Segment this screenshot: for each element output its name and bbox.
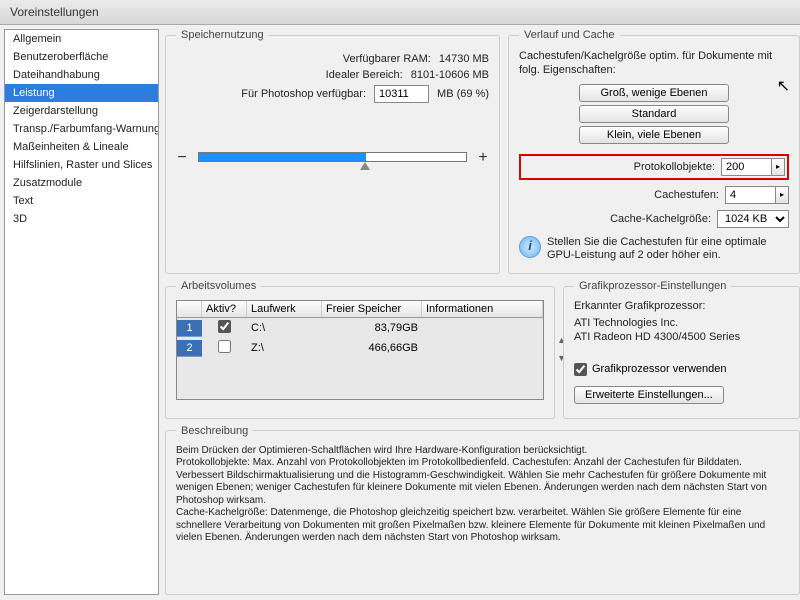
stepper-icon[interactable]: ▸	[775, 186, 789, 204]
cachelevels-input[interactable]	[725, 186, 775, 204]
gpu-detected-label: Erkannter Grafikprozessor:	[574, 300, 789, 312]
cache-group: Verlauf und Cache Cachestufen/Kachelgröß…	[508, 29, 800, 274]
description-legend: Beschreibung	[176, 425, 253, 437]
col-active: Aktiv?	[202, 301, 247, 317]
allocated-suffix: MB (69 %)	[437, 88, 489, 100]
description-group: Beschreibung Beim Drücken der Optimieren…	[165, 425, 800, 595]
table-row[interactable]: 2 Z:\ 466,66GB	[177, 338, 543, 358]
preset-large-button[interactable]: Groß, wenige Ebenen	[579, 84, 729, 102]
use-gpu-label: Grafikprozessor verwenden	[592, 363, 727, 375]
cache-description: Cachestufen/Kachelgröße optim. für Dokum…	[519, 49, 789, 78]
col-info: Informationen	[422, 301, 543, 317]
history-input[interactable]	[721, 158, 771, 176]
allocated-label: Für Photoshop verfügbar:	[241, 88, 366, 100]
info-icon: i	[519, 236, 541, 258]
cachelevels-stepper[interactable]: ▸	[725, 186, 789, 204]
sidebar-item-guides[interactable]: Hilfslinien, Raster und Slices	[5, 156, 158, 174]
sidebar-item-transparency[interactable]: Transp./Farbumfang-Warnung	[5, 120, 158, 138]
volumes-legend: Arbeitsvolumes	[176, 280, 261, 292]
history-label: Protokollobjekte:	[634, 161, 715, 173]
memory-legend: Speichernutzung	[176, 29, 269, 41]
gpu-legend: Grafikprozessor-Einstellungen	[574, 280, 731, 292]
preset-standard-button[interactable]: Standard	[579, 105, 729, 123]
preset-small-button[interactable]: Klein, viele Ebenen	[579, 126, 729, 144]
available-ram-value: 14730 MB	[439, 53, 489, 65]
stepper-icon[interactable]: ▸	[771, 158, 785, 176]
sidebar-item-general[interactable]: Allgemein	[5, 30, 158, 48]
sidebar-item-3d[interactable]: 3D	[5, 210, 158, 228]
history-stepper[interactable]: ▸	[721, 158, 785, 176]
gpu-name: ATI Technologies Inc. ATI Radeon HD 4300…	[574, 316, 789, 345]
window-title: Voreinstellungen	[0, 0, 800, 25]
sidebar-item-filehandling[interactable]: Dateihandhabung	[5, 66, 158, 84]
use-gpu-checkbox[interactable]	[574, 363, 587, 376]
ideal-range-label: Idealer Bereich:	[326, 69, 403, 81]
slider-minus[interactable]: −	[176, 149, 188, 167]
advanced-gpu-button[interactable]: Erweiterte Einstellungen...	[574, 386, 724, 404]
volume-active-checkbox[interactable]	[218, 340, 231, 353]
memory-slider[interactable]	[198, 148, 467, 168]
sidebar-item-type[interactable]: Text	[5, 192, 158, 210]
memory-group: Speichernutzung Verfügbarer RAM: 14730 M…	[165, 29, 500, 274]
slider-plus[interactable]: +	[477, 149, 489, 167]
ideal-range-value: 8101-10606 MB	[411, 69, 489, 81]
col-drive: Laufwerk	[247, 301, 322, 317]
sidebar-item-performance[interactable]: Leistung	[5, 84, 158, 102]
gpu-group: Grafikprozessor-Einstellungen Erkannter …	[563, 280, 800, 419]
cache-info-text: Stellen Sie die Cachestufen für eine opt…	[547, 236, 789, 264]
volumes-table[interactable]: Aktiv? Laufwerk Freier Speicher Informat…	[176, 300, 544, 400]
tilesize-label: Cache-Kachelgröße:	[610, 213, 711, 225]
tilesize-select[interactable]: 1024 KB	[717, 210, 789, 228]
sidebar-item-cursors[interactable]: Zeigerdarstellung	[5, 102, 158, 120]
cache-legend: Verlauf und Cache	[519, 29, 620, 41]
sidebar-item-units[interactable]: Maßeinheiten & Lineale	[5, 138, 158, 156]
cachelevels-label: Cachestufen:	[654, 189, 719, 201]
slider-thumb-icon[interactable]	[360, 162, 370, 170]
sidebar-item-plugins[interactable]: Zusatzmodule	[5, 174, 158, 192]
table-row[interactable]: 1 C:\ 83,79GB	[177, 318, 543, 338]
col-free: Freier Speicher	[322, 301, 422, 317]
volumes-group: Arbeitsvolumes Aktiv? Laufwerk Freier Sp…	[165, 280, 555, 419]
allocated-input[interactable]	[374, 85, 429, 103]
category-sidebar: Allgemein Benutzeroberfläche Dateihandha…	[4, 29, 159, 595]
description-text: Beim Drücken der Optimieren-Schaltfläche…	[176, 445, 789, 545]
available-ram-label: Verfügbarer RAM:	[343, 53, 431, 65]
volume-active-checkbox[interactable]	[218, 320, 231, 333]
sidebar-item-interface[interactable]: Benutzeroberfläche	[5, 48, 158, 66]
